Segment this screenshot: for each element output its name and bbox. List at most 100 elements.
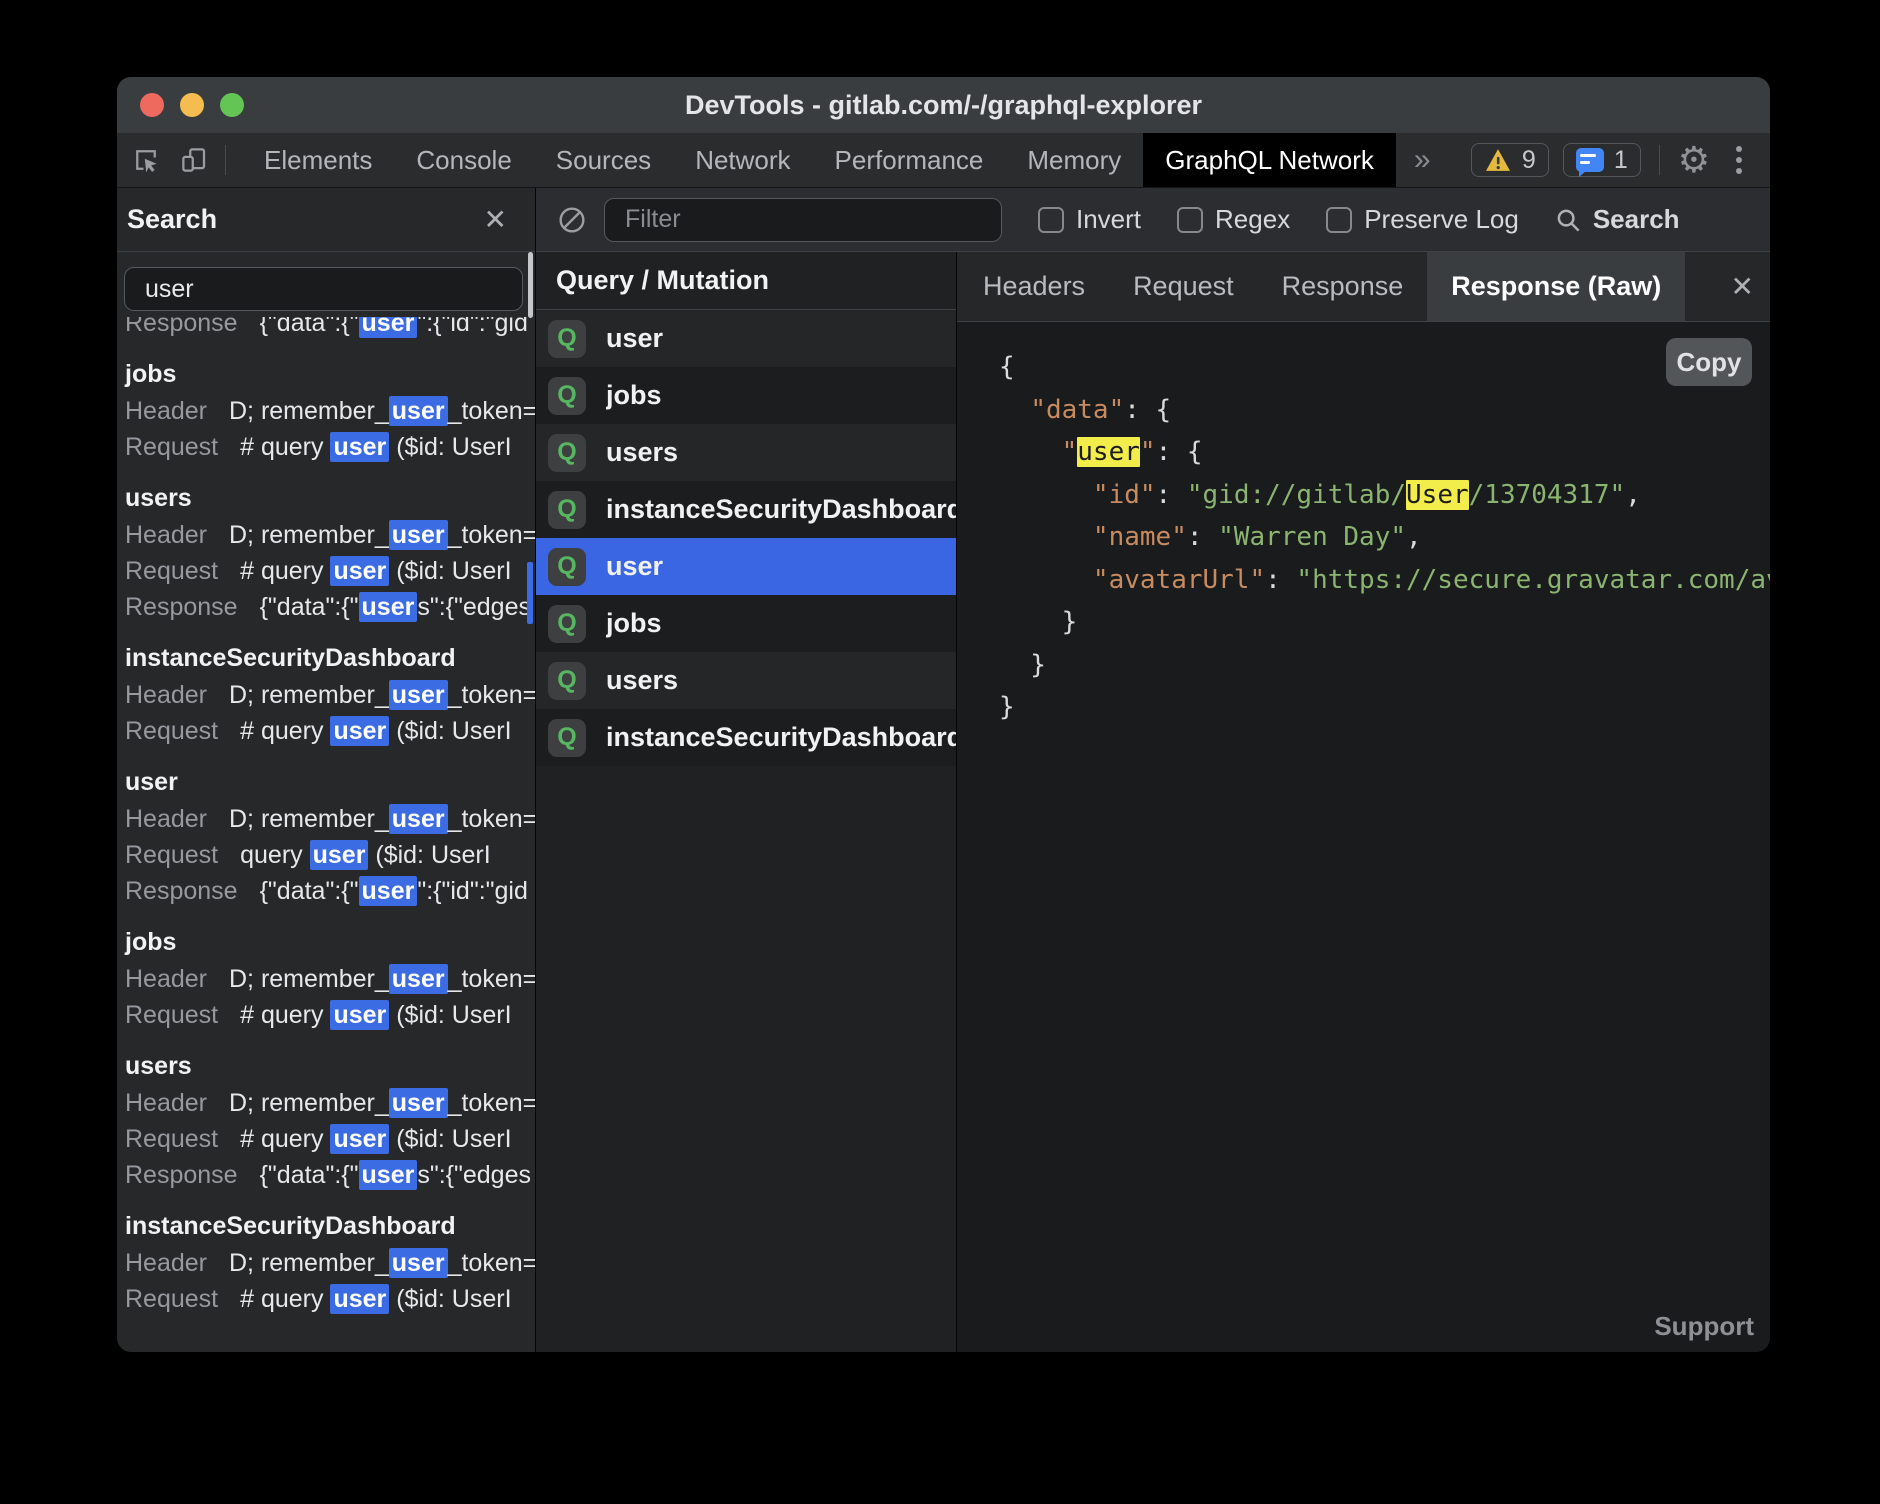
issues-badge[interactable]: 1 [1563, 143, 1641, 177]
json-token: : { [1124, 395, 1171, 425]
devtools-tab-performance[interactable]: Performance [813, 133, 1006, 187]
search-result-row[interactable]: Request# query user ($id: UserI [125, 1281, 535, 1317]
clipped-result-row: Response{"data":{"user":{"id":"gid [125, 317, 535, 341]
search-result-row[interactable]: HeaderD; remember_user_token=e [125, 1085, 535, 1121]
zoom-window-button[interactable] [220, 93, 244, 117]
warnings-badge[interactable]: 9 [1471, 143, 1549, 177]
devtools-tab-console[interactable]: Console [394, 133, 533, 187]
checkbox-box[interactable] [1038, 207, 1064, 233]
query-list-item[interactable]: Quser [536, 310, 956, 367]
search-scrollbar-thumb[interactable] [528, 252, 533, 318]
match-highlight: user [389, 804, 448, 834]
query-type-badge: Q [548, 605, 586, 643]
result-text: {"data":{" [260, 317, 359, 337]
devtools-tab-memory[interactable]: Memory [1005, 133, 1143, 187]
query-list-item[interactable]: Qusers [536, 652, 956, 709]
minimize-window-button[interactable] [180, 93, 204, 117]
more-tabs-chevron[interactable]: » [1414, 143, 1431, 177]
search-close-icon[interactable]: ✕ [484, 206, 507, 234]
raw-response-json: { "data": { "user": { "id": "gid://gitla… [957, 322, 1770, 729]
search-result-row[interactable]: Request# query user ($id: UserI [125, 997, 535, 1033]
search-result-row[interactable]: Request# query user ($id: UserI [125, 1121, 535, 1157]
support-link[interactable]: Support [1654, 1311, 1754, 1342]
copy-button[interactable]: Copy [1666, 338, 1752, 386]
result-section-title[interactable]: instanceSecurityDashboard [125, 639, 535, 677]
checkbox-invert[interactable]: Invert [1038, 204, 1141, 235]
search-result-row[interactable]: HeaderD; remember_user_token=e [125, 517, 535, 553]
search-result-row[interactable]: Requestquery user ($id: UserI [125, 837, 535, 873]
result-text: {"data":{" [260, 593, 359, 621]
json-token [999, 565, 1093, 595]
query-list-item[interactable]: Qjobs [536, 595, 956, 652]
toolbar-divider [225, 145, 226, 175]
search-result-row[interactable]: HeaderD; remember_user_token=e [125, 801, 535, 837]
search-result-row[interactable]: Request# query user ($id: UserI [125, 553, 535, 589]
search-result-row[interactable]: Response{"data":{"users":{"edges [125, 1157, 535, 1193]
query-mutation-header: Query / Mutation [536, 252, 956, 310]
inspect-element-icon[interactable] [131, 145, 161, 175]
search-result-row[interactable]: HeaderD; remember_user_token=e [125, 677, 535, 713]
response-tab-headers[interactable]: Headers [959, 252, 1109, 321]
result-text: D; remember_ [229, 965, 389, 993]
warning-count: 9 [1522, 146, 1536, 175]
response-tab-response-raw-[interactable]: Response (Raw) [1427, 252, 1685, 321]
json-token: "id" [1093, 480, 1156, 510]
result-section-title[interactable]: users [125, 1047, 535, 1085]
result-row-label: Response [125, 593, 238, 621]
result-section-title[interactable]: instanceSecurityDashboard [125, 1207, 535, 1245]
devtools-tab-network[interactable]: Network [673, 133, 812, 187]
result-row-label: Request [125, 1285, 218, 1313]
response-tab-request[interactable]: Request [1109, 252, 1258, 321]
search-input[interactable] [124, 267, 523, 311]
query-list-item[interactable]: Qjobs [536, 367, 956, 424]
json-token [999, 395, 1030, 425]
response-tab-response[interactable]: Response [1258, 252, 1428, 321]
settings-gear-icon[interactable]: ⚙ [1678, 142, 1710, 178]
filter-input[interactable] [604, 198, 1002, 242]
result-section-title[interactable]: users [125, 479, 535, 517]
checkbox-regex[interactable]: Regex [1177, 204, 1290, 235]
checkbox-preserve-log[interactable]: Preserve Log [1326, 204, 1519, 235]
search-result-row[interactable]: Request# query user ($id: UserI [125, 429, 535, 465]
result-section-title[interactable]: user [125, 763, 535, 801]
match-highlight: user [330, 1000, 389, 1030]
result-text: ($id: UserI [368, 841, 490, 869]
result-row-label: Header [125, 681, 207, 709]
match-highlight: user [389, 396, 448, 426]
json-token: "Warren Day" [1218, 522, 1406, 552]
message-icon [1576, 148, 1604, 172]
detail-close-icon[interactable]: ✕ [1731, 270, 1754, 303]
search-result-row[interactable]: HeaderD; remember_user_token=e [125, 393, 535, 429]
clear-icon[interactable] [556, 204, 588, 236]
devtools-tab-elements[interactable]: Elements [242, 133, 394, 187]
close-window-button[interactable] [140, 93, 164, 117]
warning-icon [1484, 148, 1512, 172]
search-result-row[interactable]: Request# query user ($id: UserI [125, 713, 535, 749]
result-text: D; remember_ [229, 521, 389, 549]
match-highlight: user [310, 840, 369, 870]
checkbox-box[interactable] [1326, 207, 1352, 233]
query-list-item[interactable]: Qusers [536, 424, 956, 481]
match-highlight: user [389, 1088, 448, 1118]
match-highlight: user [330, 432, 389, 462]
more-options-icon[interactable] [1730, 146, 1748, 174]
search-result-row[interactable]: Response{"data":{"user":{"id":"gid [125, 317, 528, 341]
result-row-label: Request [125, 1125, 218, 1153]
search-result-row[interactable]: HeaderD; remember_user_token=e [125, 1245, 535, 1281]
query-list-item[interactable]: Quser [536, 538, 956, 595]
result-section-title[interactable]: jobs [125, 923, 535, 961]
checkbox-box[interactable] [1177, 207, 1203, 233]
result-text: _token=e [448, 805, 535, 833]
search-result-row[interactable]: Response{"data":{"users":{"edges [125, 589, 535, 625]
query-list-item[interactable]: QinstanceSecurityDashboard [536, 481, 956, 538]
search-result-row[interactable]: HeaderD; remember_user_token=e [125, 961, 535, 997]
search-toggle[interactable]: Search [1553, 204, 1680, 235]
query-list-item[interactable]: QinstanceSecurityDashboard [536, 709, 956, 766]
devtools-tab-graphql-network[interactable]: GraphQL Network [1143, 133, 1396, 187]
result-text: _token=e [448, 1089, 535, 1117]
search-input-area [117, 252, 535, 317]
search-result-row[interactable]: Response{"data":{"user":{"id":"gid [125, 873, 535, 909]
result-section-title[interactable]: jobs [125, 355, 535, 393]
devtools-tab-sources[interactable]: Sources [534, 133, 673, 187]
device-toolbar-icon[interactable] [179, 145, 209, 175]
